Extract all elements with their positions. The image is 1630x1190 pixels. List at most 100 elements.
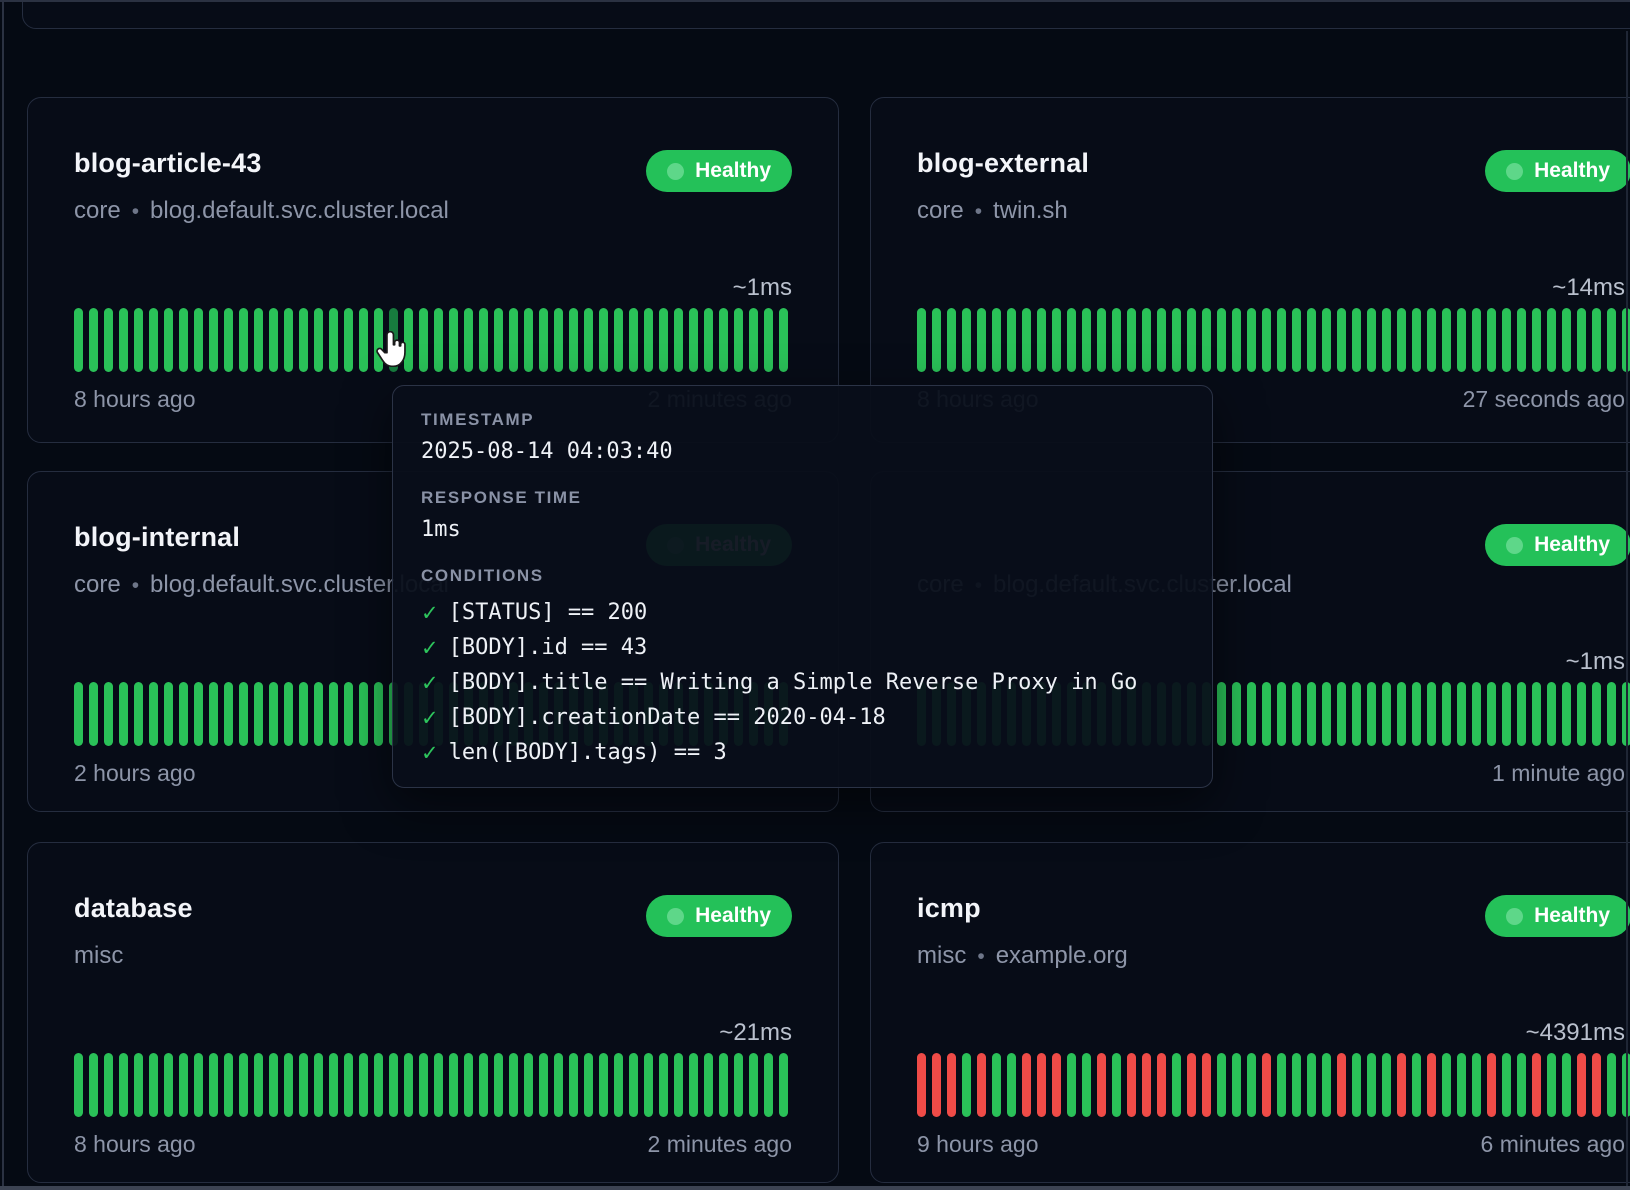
health-bar[interactable] <box>434 308 443 372</box>
health-bar[interactable] <box>434 1053 443 1117</box>
health-bar[interactable] <box>1097 308 1106 372</box>
health-bar[interactable] <box>1397 682 1406 746</box>
health-bar[interactable] <box>1097 1053 1106 1117</box>
health-bar[interactable] <box>764 308 773 372</box>
health-bar[interactable] <box>1172 308 1181 372</box>
health-bar[interactable] <box>194 1053 203 1117</box>
health-bar[interactable] <box>1262 308 1271 372</box>
health-bar[interactable] <box>1022 1053 1031 1117</box>
health-bar[interactable] <box>89 1053 98 1117</box>
health-bar[interactable] <box>1277 682 1286 746</box>
health-bar[interactable] <box>1007 308 1016 372</box>
health-bar[interactable] <box>1187 1053 1196 1117</box>
health-bar[interactable] <box>1052 308 1061 372</box>
health-bar[interactable] <box>74 308 83 372</box>
health-bar[interactable] <box>719 308 728 372</box>
health-bar[interactable] <box>194 308 203 372</box>
health-bar[interactable] <box>1262 1053 1271 1117</box>
health-bar[interactable] <box>1247 682 1256 746</box>
health-bar[interactable] <box>569 308 578 372</box>
health-bar[interactable] <box>149 308 158 372</box>
health-bar[interactable] <box>1592 682 1601 746</box>
health-bar[interactable] <box>1487 1053 1496 1117</box>
health-bar[interactable] <box>1592 308 1601 372</box>
health-bar[interactable] <box>1412 308 1421 372</box>
health-bar[interactable] <box>1442 682 1451 746</box>
health-bar[interactable] <box>164 1053 173 1117</box>
health-bar[interactable] <box>1052 1053 1061 1117</box>
health-bar[interactable] <box>1307 682 1316 746</box>
health-bar[interactable] <box>1442 308 1451 372</box>
health-bar[interactable] <box>1457 1053 1466 1117</box>
health-bar[interactable] <box>644 308 653 372</box>
health-bar[interactable] <box>1037 1053 1046 1117</box>
health-bar[interactable] <box>209 682 218 746</box>
health-bar[interactable] <box>479 1053 488 1117</box>
health-bar[interactable] <box>569 1053 578 1117</box>
health-bar[interactable] <box>374 308 383 372</box>
health-bar[interactable] <box>1292 308 1301 372</box>
health-bar[interactable] <box>104 1053 113 1117</box>
health-bar[interactable] <box>1607 1053 1616 1117</box>
health-bar[interactable] <box>584 308 593 372</box>
health-bar[interactable] <box>1412 682 1421 746</box>
health-bar[interactable] <box>1547 682 1556 746</box>
health-bar[interactable] <box>1397 1053 1406 1117</box>
health-bar[interactable] <box>1262 682 1271 746</box>
health-bar[interactable] <box>689 308 698 372</box>
health-bar[interactable] <box>239 682 248 746</box>
health-bar[interactable] <box>1577 308 1586 372</box>
health-bar[interactable] <box>1412 1053 1421 1117</box>
health-bar[interactable] <box>1607 308 1616 372</box>
health-bar[interactable] <box>1352 308 1361 372</box>
health-bar[interactable] <box>314 1053 323 1117</box>
health-bar[interactable] <box>494 308 503 372</box>
health-bar[interactable] <box>1202 308 1211 372</box>
health-bar[interactable] <box>779 1053 788 1117</box>
health-bar[interactable] <box>314 308 323 372</box>
health-bar[interactable] <box>1382 1053 1391 1117</box>
health-bar[interactable] <box>1307 308 1316 372</box>
health-bar[interactable] <box>599 1053 608 1117</box>
health-bar[interactable] <box>269 1053 278 1117</box>
health-bar[interactable] <box>329 308 338 372</box>
health-bar[interactable] <box>164 682 173 746</box>
health-bar[interactable] <box>179 1053 188 1117</box>
health-bar[interactable] <box>224 1053 233 1117</box>
health-bar[interactable] <box>179 308 188 372</box>
health-bar[interactable] <box>524 308 533 372</box>
health-bar[interactable] <box>1427 682 1436 746</box>
health-bar[interactable] <box>344 308 353 372</box>
health-bar[interactable] <box>1427 308 1436 372</box>
health-bar[interactable] <box>1562 308 1571 372</box>
health-bar[interactable] <box>344 682 353 746</box>
card-icmp[interactable]: icmp misc•example.org Healthy ~4391ms 9 … <box>870 842 1630 1183</box>
health-bar[interactable] <box>1277 1053 1286 1117</box>
health-bar[interactable] <box>104 308 113 372</box>
health-bar[interactable] <box>689 1053 698 1117</box>
health-bar[interactable] <box>269 308 278 372</box>
health-bar[interactable] <box>554 1053 563 1117</box>
health-bar[interactable] <box>449 308 458 372</box>
health-bar[interactable] <box>479 308 488 372</box>
health-bar[interactable] <box>1457 682 1466 746</box>
health-bar[interactable] <box>1382 682 1391 746</box>
health-bar[interactable] <box>1082 1053 1091 1117</box>
health-bar[interactable] <box>449 1053 458 1117</box>
health-bar[interactable] <box>89 682 98 746</box>
health-bar[interactable] <box>779 308 788 372</box>
health-bar[interactable] <box>1322 1053 1331 1117</box>
health-bar[interactable] <box>1517 1053 1526 1117</box>
health-bar[interactable] <box>1487 308 1496 372</box>
health-bar[interactable] <box>404 1053 413 1117</box>
health-bar[interactable] <box>134 1053 143 1117</box>
health-bar[interactable] <box>464 308 473 372</box>
health-bar[interactable] <box>1517 308 1526 372</box>
health-bar[interactable] <box>299 308 308 372</box>
health-bar[interactable] <box>1472 308 1481 372</box>
health-bar[interactable] <box>194 682 203 746</box>
health-bar[interactable] <box>947 308 956 372</box>
health-bar[interactable] <box>149 1053 158 1117</box>
health-bar[interactable] <box>239 1053 248 1117</box>
health-bar[interactable] <box>284 308 293 372</box>
